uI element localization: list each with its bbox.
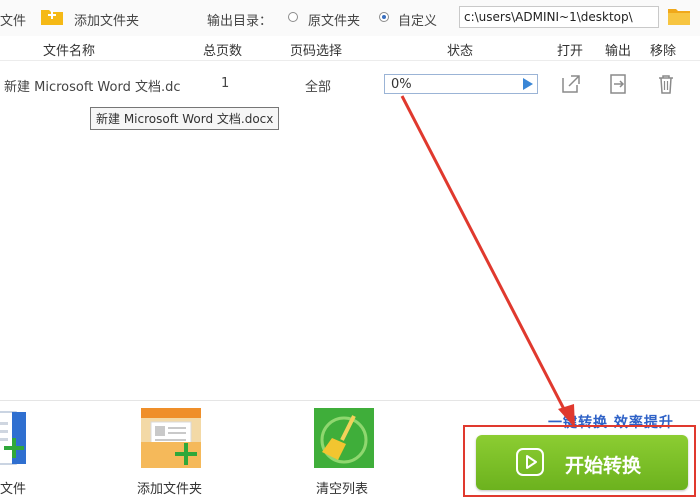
broom-icon[interactable] [314, 408, 374, 468]
progress-text: 0% [391, 77, 412, 92]
row-filename: 新建 Microsoft Word 文档.dc [4, 80, 181, 95]
add-file-icon[interactable] [0, 408, 28, 468]
bottom-add-folder-label[interactable]: 添加文件夹 [137, 478, 202, 497]
add-file-button[interactable]: 文件 [0, 10, 26, 29]
header-page-selection: 页码选择 [290, 44, 343, 59]
radio-custom-folder[interactable] [379, 12, 389, 22]
table-header: 文件名称 总页数 页码选择 状态 打开 输出 移除 [0, 36, 700, 61]
open-external-icon[interactable] [560, 73, 582, 95]
table-row[interactable]: 新建 Microsoft Word 文档.dc 1 全部 [0, 60, 700, 106]
output-icon[interactable] [608, 73, 628, 95]
radio-custom-folder-label[interactable]: 自定义 [398, 10, 437, 29]
add-folder-large-icon[interactable] [141, 408, 201, 468]
add-folder-button[interactable]: 添加文件夹 [74, 10, 139, 29]
browse-folder-icon[interactable] [667, 6, 691, 26]
header-status: 状态 [447, 44, 474, 59]
bottom-clear-list-label[interactable]: 清空列表 [316, 478, 368, 497]
output-dir-label: 输出目录： [207, 14, 273, 29]
header-open: 打开 [557, 44, 584, 59]
row-pages: 1 [221, 76, 230, 91]
output-path-input[interactable]: c:\users\ADMINI~1\desktop\ [459, 6, 659, 28]
toolbar: 文件 添加文件夹 输出目录： 原文件夹 自定义 c:\users\ADMINI~… [0, 0, 700, 37]
trash-icon[interactable] [656, 73, 676, 95]
header-pages: 总页数 [203, 44, 243, 59]
start-convert-label: 开始转换 [565, 455, 642, 477]
header-filename: 文件名称 [43, 44, 96, 59]
play-circle-icon [516, 448, 544, 476]
filename-tooltip: 新建 Microsoft Word 文档.docx [90, 107, 280, 130]
start-convert-button[interactable]: 开始转换 [476, 435, 688, 490]
play-icon[interactable] [523, 78, 533, 90]
header-output: 输出 [605, 44, 632, 59]
progress-bar: 0% [384, 74, 538, 94]
row-page-selection[interactable]: 全部 [305, 76, 331, 95]
bottom-divider [0, 400, 700, 401]
radio-original-folder[interactable] [288, 12, 298, 22]
radio-original-folder-label[interactable]: 原文件夹 [308, 10, 360, 29]
header-remove: 移除 [650, 44, 677, 59]
bottom-add-file-label[interactable]: 文件 [0, 478, 26, 497]
add-folder-icon[interactable] [40, 6, 64, 26]
